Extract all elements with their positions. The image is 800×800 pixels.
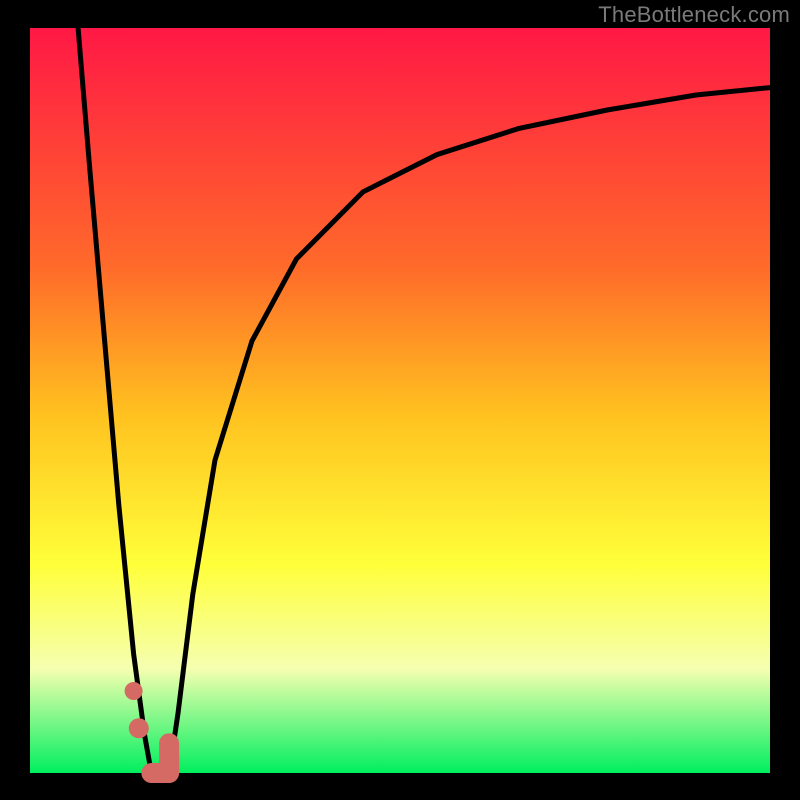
plot-gradient-background	[30, 28, 770, 773]
marker-dot-icon	[129, 718, 149, 738]
bottleneck-chart	[0, 0, 800, 800]
watermark-text: TheBottleneck.com	[598, 2, 790, 28]
marker-dot-icon	[125, 682, 143, 700]
chart-frame: TheBottleneck.com	[0, 0, 800, 800]
